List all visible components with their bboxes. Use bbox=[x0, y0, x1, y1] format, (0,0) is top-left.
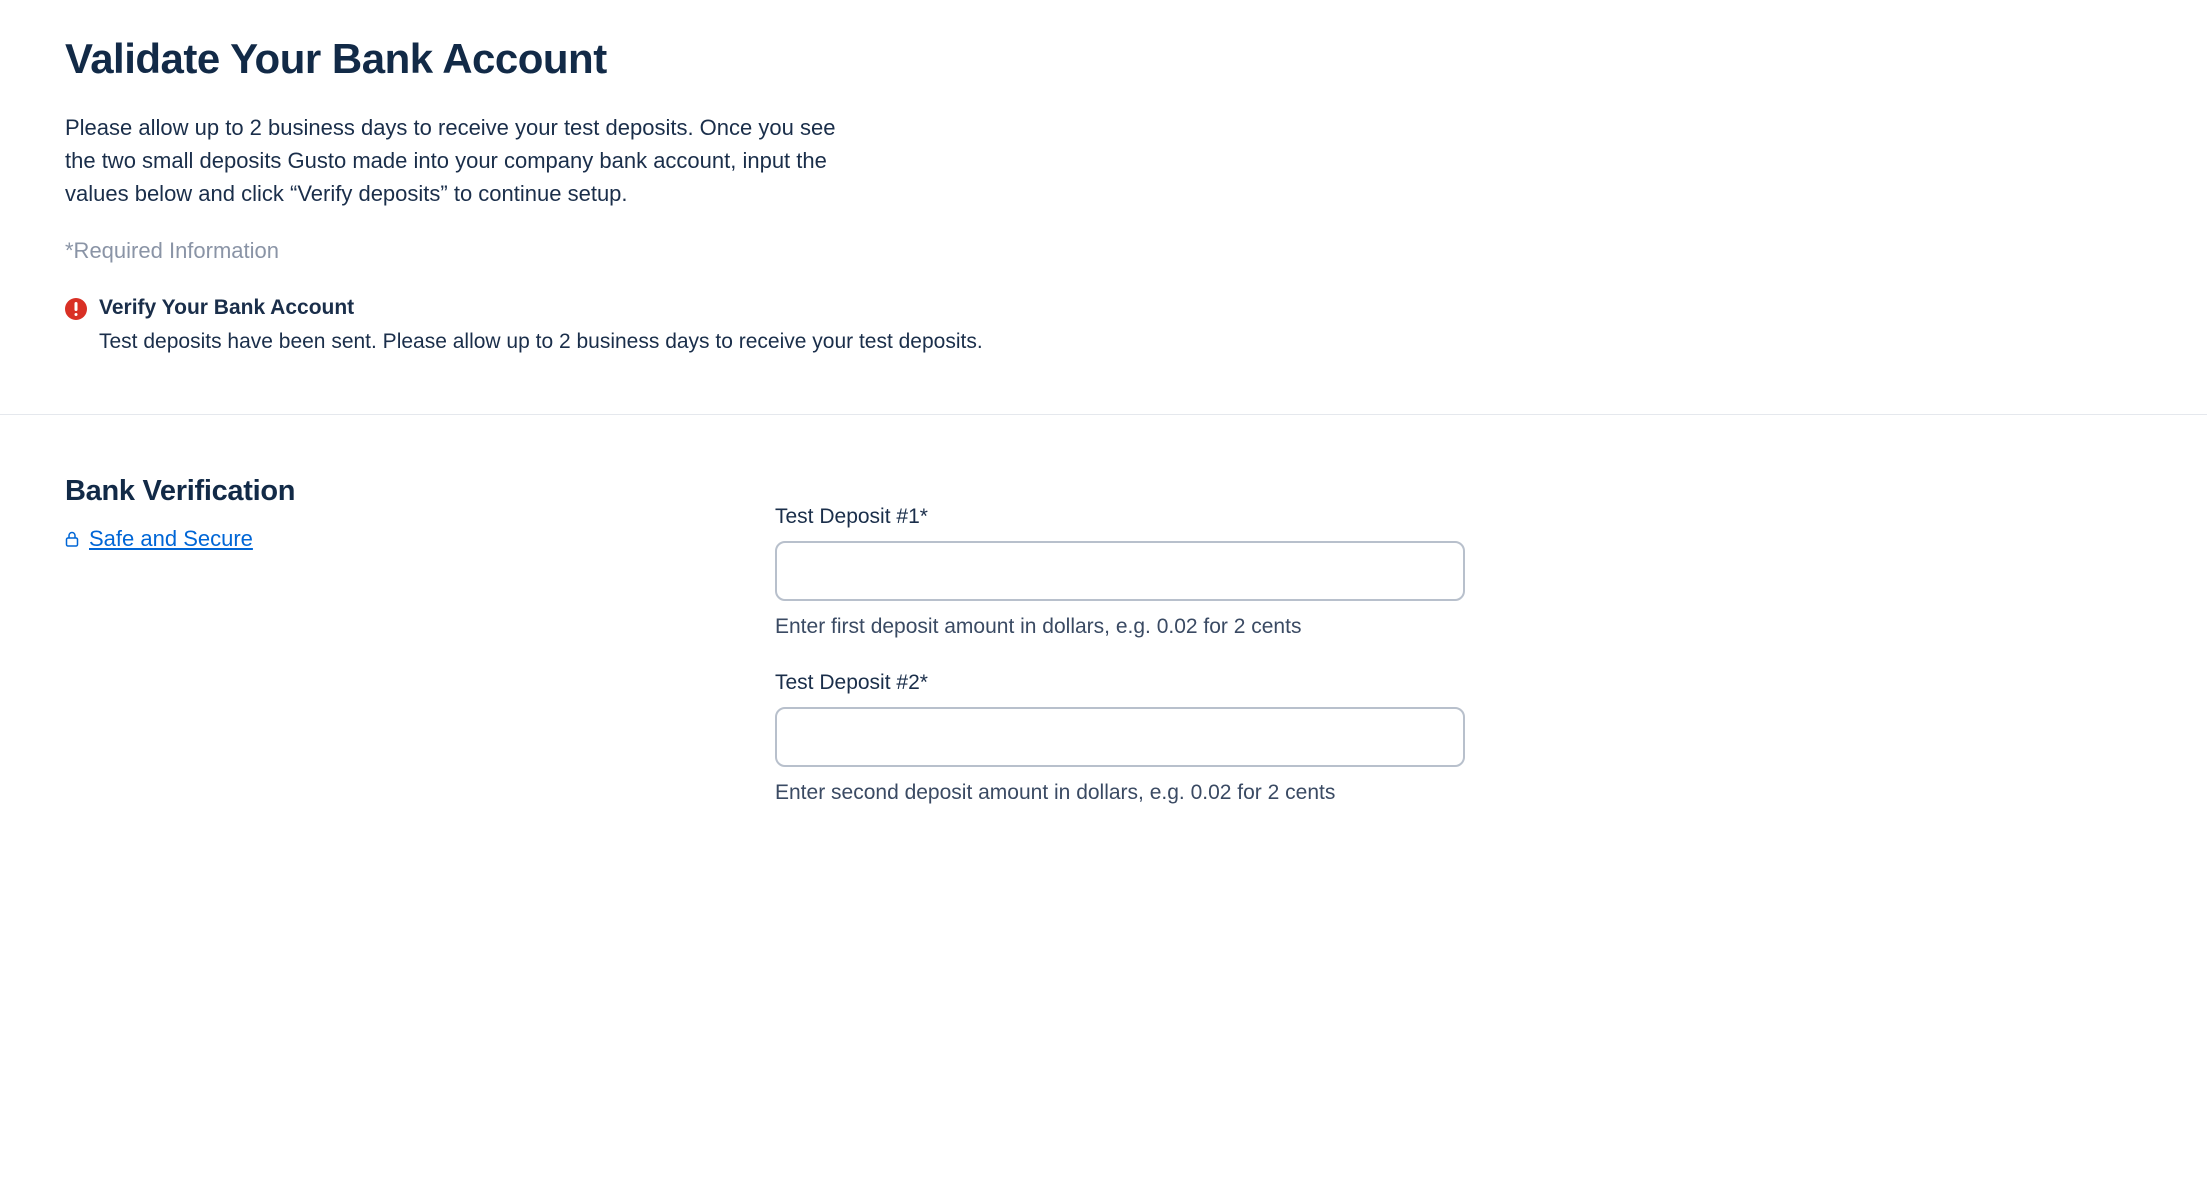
lock-icon bbox=[65, 531, 79, 547]
safe-and-secure-link[interactable]: Safe and Secure bbox=[89, 526, 253, 552]
deposit2-input[interactable] bbox=[775, 707, 1465, 767]
deposit2-field-group: Test Deposit #2* Enter second deposit am… bbox=[775, 671, 2142, 805]
deposit2-helper: Enter second deposit amount in dollars, … bbox=[775, 781, 2142, 805]
alert-banner: Verify Your Bank Account bbox=[65, 296, 2142, 320]
deposit1-field-group: Test Deposit #1* Enter first deposit amo… bbox=[775, 505, 2142, 639]
deposit1-helper: Enter first deposit amount in dollars, e… bbox=[775, 615, 2142, 639]
bank-verification-heading: Bank Verification bbox=[65, 475, 755, 508]
alert-title: Verify Your Bank Account bbox=[99, 296, 354, 320]
deposit1-label: Test Deposit #1* bbox=[775, 505, 2142, 529]
alert-body-text: Test deposits have been sent. Please all… bbox=[99, 330, 2142, 354]
required-info-note: *Required Information bbox=[65, 238, 2142, 264]
deposit1-input[interactable] bbox=[775, 541, 1465, 601]
deposit2-label: Test Deposit #2* bbox=[775, 671, 2142, 695]
intro-paragraph: Please allow up to 2 business days to re… bbox=[65, 111, 865, 210]
page-title: Validate Your Bank Account bbox=[65, 35, 2142, 83]
alert-icon bbox=[65, 298, 87, 320]
